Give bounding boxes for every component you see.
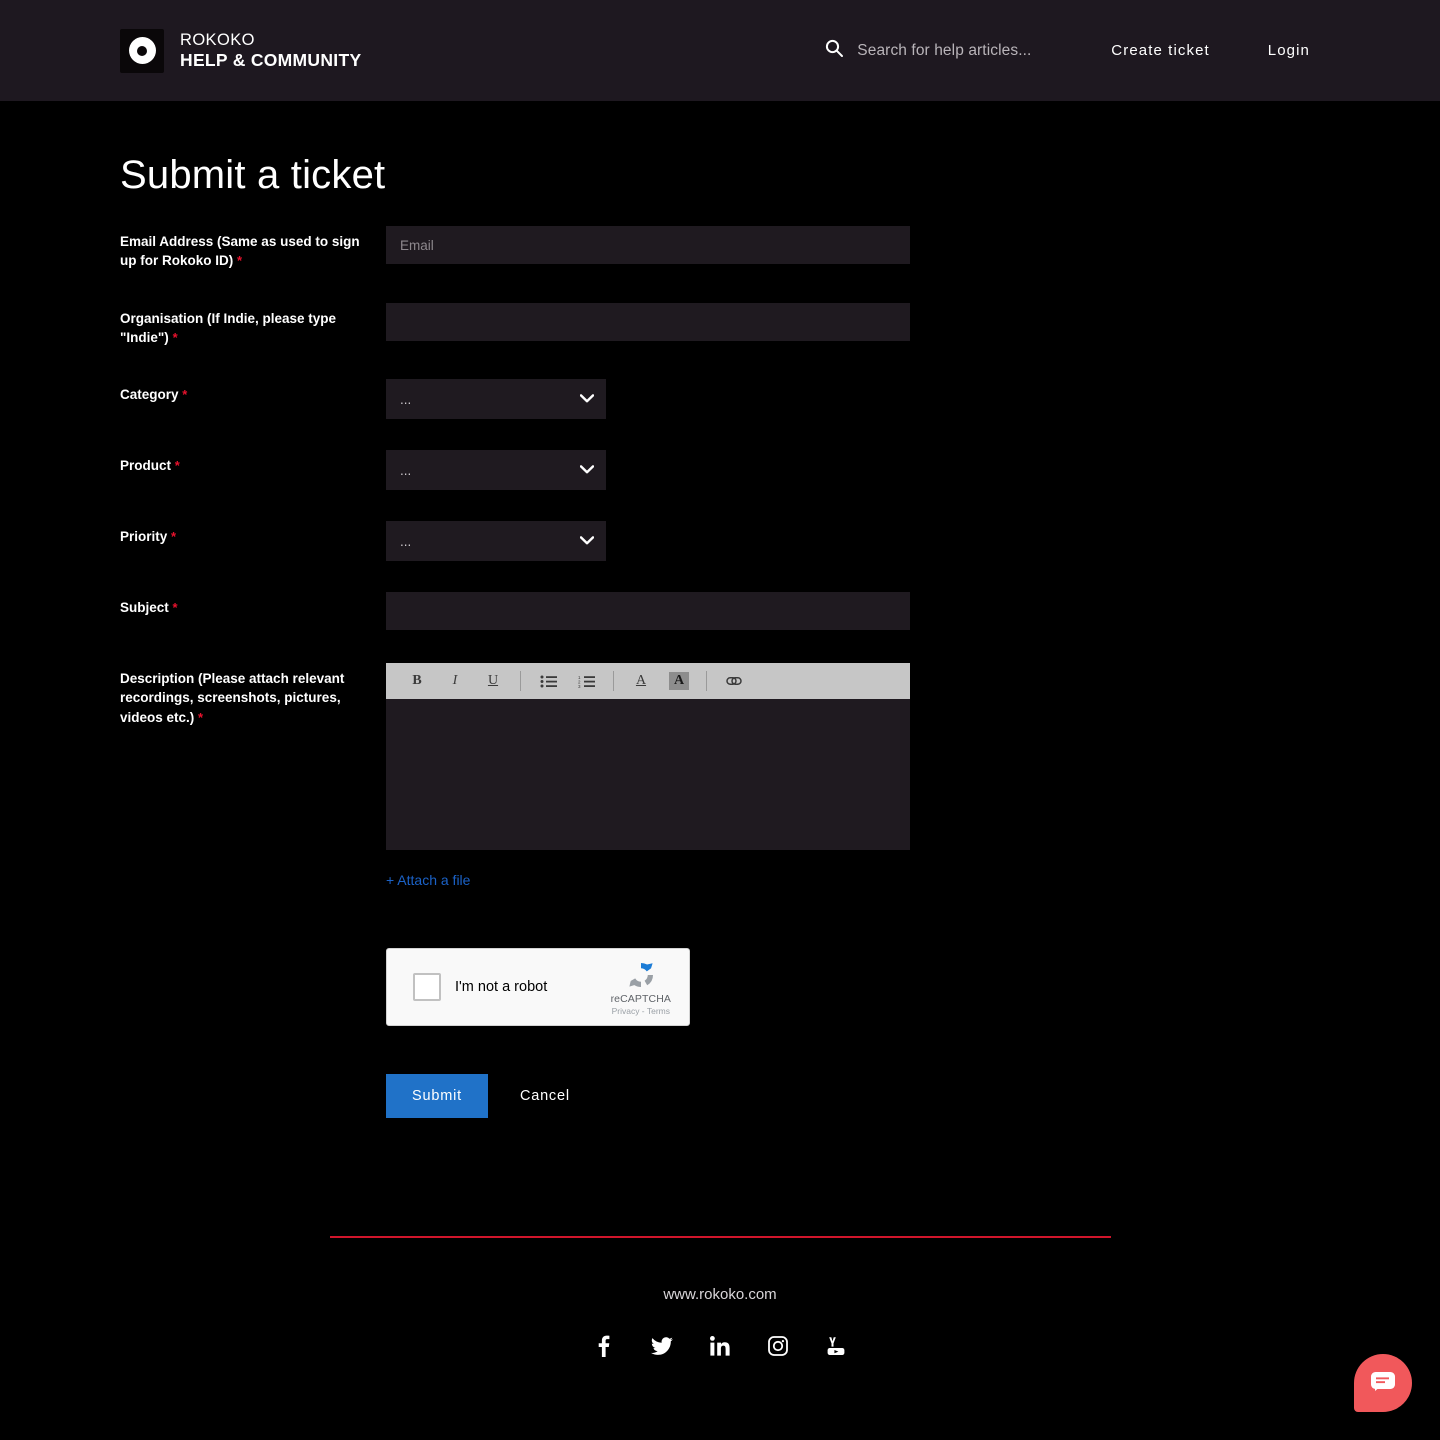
required-marker: *: [237, 253, 242, 268]
text-color-icon[interactable]: A: [622, 668, 660, 694]
brand-name: ROKOKO: [180, 31, 361, 50]
recaptcha-logo-icon: [625, 959, 657, 991]
description-editor: B I U: [386, 663, 910, 850]
brand-logo[interactable]: ROKOKO HELP & COMMUNITY: [120, 29, 361, 73]
svg-text:3: 3: [578, 684, 581, 688]
label-text-category: Category: [120, 387, 179, 402]
field-organisation: Organisation (If Indie, please type "Ind…: [120, 303, 1320, 348]
field-email: Email Address (Same as used to sign up f…: [120, 226, 1320, 271]
numbered-list-icon[interactable]: 1 2 3: [567, 668, 605, 694]
twitter-icon[interactable]: [643, 1331, 681, 1361]
page-title: Submit a ticket: [120, 153, 1320, 198]
field-label-product: Product *: [120, 450, 386, 475]
required-marker: *: [198, 710, 203, 725]
chat-widget-button[interactable]: [1354, 1354, 1412, 1412]
search-box[interactable]: [824, 38, 1067, 63]
field-label-subject: Subject *: [120, 592, 386, 617]
submit-ticket-form: Email Address (Same as used to sign up f…: [120, 226, 1320, 1118]
search-input[interactable]: [857, 42, 1067, 60]
product-select[interactable]: ...: [386, 450, 606, 490]
recaptcha-widget[interactable]: I'm not a robot reCAPTCHA Privacy - Term…: [386, 948, 690, 1026]
page-content: Submit a ticket Email Address (Same as u…: [0, 153, 1440, 1118]
italic-glyph: I: [453, 673, 458, 689]
site-header: ROKOKO HELP & COMMUNITY Create ticket Lo…: [0, 0, 1440, 101]
required-marker: *: [182, 387, 187, 402]
label-text-subject: Subject: [120, 600, 169, 615]
recaptcha-checkbox[interactable]: [413, 973, 441, 1001]
recaptcha-label: I'm not a robot: [455, 979, 611, 995]
label-text-description: Description (Please attach relevant reco…: [120, 671, 344, 724]
field-label-priority: Priority *: [120, 521, 386, 546]
bulleted-list-icon[interactable]: [529, 668, 567, 694]
underline-glyph: U: [488, 673, 498, 689]
header-nav: Create ticket Login: [824, 36, 1320, 65]
login-link[interactable]: Login: [1258, 36, 1320, 65]
field-priority: Priority * ...: [120, 521, 1320, 561]
insert-link-icon[interactable]: [715, 668, 753, 694]
instagram-icon[interactable]: [759, 1331, 797, 1361]
site-footer: www.rokoko.com: [0, 1236, 1440, 1361]
search-icon: [824, 38, 844, 63]
attach-file-link[interactable]: + Attach a file: [386, 872, 470, 888]
label-text-priority: Priority: [120, 529, 167, 544]
cancel-button[interactable]: Cancel: [510, 1074, 580, 1118]
required-marker: *: [173, 330, 178, 345]
background-color-glyph: A: [669, 672, 689, 690]
recaptcha-branding: reCAPTCHA Privacy - Terms: [611, 959, 671, 1016]
create-ticket-link[interactable]: Create ticket: [1101, 36, 1220, 65]
linkedin-icon[interactable]: [701, 1331, 739, 1361]
bold-icon[interactable]: B: [398, 668, 436, 694]
recaptcha-brand-name: reCAPTCHA: [611, 993, 671, 1005]
form-actions: Submit Cancel: [386, 1074, 1320, 1118]
required-marker: *: [173, 600, 178, 615]
organisation-input[interactable]: [386, 303, 910, 341]
underline-icon[interactable]: U: [474, 668, 512, 694]
label-text-organisation: Organisation (If Indie, please type "Ind…: [120, 311, 336, 345]
italic-icon[interactable]: I: [436, 668, 474, 694]
email-input[interactable]: [386, 226, 910, 264]
field-label-email: Email Address (Same as used to sign up f…: [120, 226, 386, 271]
field-product: Product * ...: [120, 450, 1320, 490]
subject-input[interactable]: [386, 592, 910, 630]
toolbar-divider: [520, 671, 521, 691]
toolbar-divider: [706, 671, 707, 691]
required-marker: *: [175, 458, 180, 473]
rokoko-ring-logo-icon: [120, 29, 164, 73]
field-category: Category * ...: [120, 379, 1320, 419]
social-links: [120, 1331, 1320, 1361]
text-color-glyph: A: [636, 673, 646, 689]
description-textarea[interactable]: [386, 699, 910, 850]
chat-bubble-icon: [1370, 1370, 1396, 1397]
recaptcha-terms[interactable]: Privacy - Terms: [611, 1006, 671, 1016]
background-color-icon[interactable]: A: [660, 668, 698, 694]
toolbar-divider: [613, 671, 614, 691]
field-subject: Subject *: [120, 592, 1320, 630]
facebook-icon[interactable]: [585, 1331, 623, 1361]
field-label-organisation: Organisation (If Indie, please type "Ind…: [120, 303, 386, 348]
footer-divider: [330, 1236, 1111, 1238]
priority-select[interactable]: ...: [386, 521, 606, 561]
youtube-icon[interactable]: [817, 1331, 855, 1361]
submit-button[interactable]: Submit: [386, 1074, 488, 1118]
field-label-category: Category *: [120, 379, 386, 404]
field-description: Description (Please attach relevant reco…: [120, 663, 1320, 1118]
editor-toolbar: B I U: [386, 663, 910, 699]
label-text-product: Product: [120, 458, 171, 473]
brand-tagline: HELP & COMMUNITY: [180, 50, 361, 70]
bold-glyph: B: [412, 673, 421, 689]
footer-url[interactable]: www.rokoko.com: [120, 1286, 1320, 1303]
required-marker: *: [171, 529, 176, 544]
category-select[interactable]: ...: [386, 379, 606, 419]
field-label-description: Description (Please attach relevant reco…: [120, 663, 386, 727]
